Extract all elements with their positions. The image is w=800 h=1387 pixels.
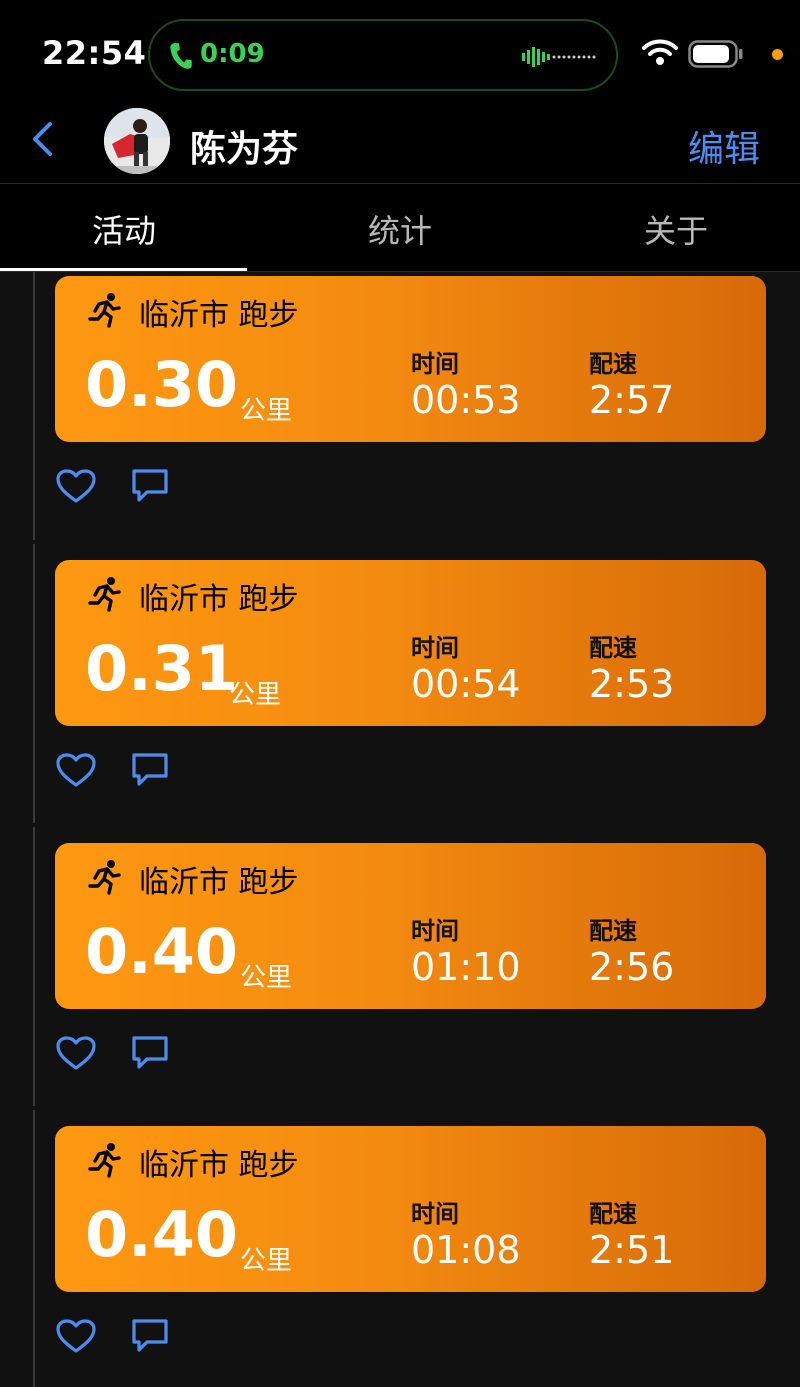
running-icon <box>88 577 121 612</box>
chevron-left-icon[interactable] <box>30 122 56 156</box>
timeline-line <box>33 827 35 1106</box>
pace-value: 2:51 <box>589 1228 675 1272</box>
wifi-icon <box>642 39 678 65</box>
phone-icon <box>170 43 192 69</box>
pace-value: 2:56 <box>589 945 675 989</box>
comment-icon[interactable] <box>131 752 169 788</box>
activity-actions <box>55 468 255 508</box>
running-icon <box>88 1143 121 1178</box>
edit-button[interactable]: 编辑 <box>688 120 760 172</box>
timeline-line <box>33 272 35 540</box>
time-label: 时间 <box>411 917 459 945</box>
comment-icon[interactable] <box>131 1035 169 1071</box>
comment-icon[interactable] <box>131 1318 169 1354</box>
heart-icon[interactable] <box>55 1035 97 1071</box>
distance-unit: 公里 <box>229 680 282 710</box>
activity-title: 临沂市 跑步 <box>139 865 299 900</box>
audio-wave-icon <box>522 47 596 67</box>
activity-card[interactable]: 临沂市 跑步 0.40 公里 时间 01:10 配速 2:56 <box>55 843 766 1009</box>
pace-label: 配速 <box>589 1200 637 1228</box>
comment-icon[interactable] <box>131 468 169 504</box>
pace-label: 配速 <box>589 917 637 945</box>
call-pill[interactable]: 0:09 <box>148 19 618 91</box>
battery-icon <box>688 40 743 68</box>
time-label: 时间 <box>411 350 459 378</box>
nav-bar: 陈为芬 编辑 <box>0 108 800 184</box>
timeline-line <box>33 544 35 823</box>
pace-value: 2:57 <box>589 378 675 422</box>
tab-statistics[interactable]: 统计 <box>368 206 432 252</box>
activity-distance: 0.31 <box>85 632 238 705</box>
activity-distance: 0.30 <box>85 348 238 421</box>
activity-actions <box>55 752 255 792</box>
time-value: 01:08 <box>411 1228 521 1272</box>
heart-icon[interactable] <box>55 1318 97 1354</box>
time-label: 时间 <box>411 1200 459 1228</box>
activity-card[interactable]: 临沂市 跑步 0.30 公里 时间 00:53 配速 2:57 <box>55 276 766 442</box>
pace-value: 2:53 <box>589 662 675 706</box>
status-bar: 22:54 0:09 <box>0 0 800 108</box>
timeline-line <box>33 1110 35 1387</box>
activity-card[interactable]: 临沂市 跑步 0.31 公里 时间 00:54 配速 2:53 <box>55 560 766 726</box>
distance-unit: 公里 <box>240 963 293 993</box>
active-tab-indicator <box>0 268 247 271</box>
activity-card[interactable]: 临沂市 跑步 0.40 公里 时间 01:08 配速 2:51 <box>55 1126 766 1292</box>
activity-distance: 0.40 <box>85 1198 238 1271</box>
tab-bar: 活动 统计 关于 <box>0 184 800 272</box>
activity-distance: 0.40 <box>85 915 238 988</box>
activity-title: 临沂市 跑步 <box>139 1148 299 1183</box>
status-time: 22:54 <box>42 34 147 72</box>
distance-unit: 公里 <box>240 396 293 426</box>
activity-actions <box>55 1318 255 1358</box>
activity-title: 临沂市 跑步 <box>139 582 299 617</box>
tab-about[interactable]: 关于 <box>644 206 708 252</box>
page-title: 陈为芬 <box>190 129 299 170</box>
activity-actions <box>55 1035 255 1075</box>
time-value: 01:10 <box>411 945 521 989</box>
call-duration: 0:09 <box>200 39 265 69</box>
avatar-image <box>104 108 170 174</box>
running-icon <box>88 293 121 328</box>
heart-icon[interactable] <box>55 468 97 504</box>
pace-label: 配速 <box>589 350 637 378</box>
tab-activity[interactable]: 活动 <box>92 206 156 252</box>
activity-title: 临沂市 跑步 <box>139 298 299 333</box>
distance-unit: 公里 <box>240 1246 293 1276</box>
privacy-indicator-dot <box>772 49 783 60</box>
heart-icon[interactable] <box>55 752 97 788</box>
activity-feed[interactable]: 临沂市 跑步 0.30 公里 时间 00:53 配速 2:57 临沂市 跑步 0… <box>0 272 800 1387</box>
time-label: 时间 <box>411 634 459 662</box>
time-value: 00:53 <box>411 378 521 422</box>
time-value: 00:54 <box>411 662 521 706</box>
avatar[interactable] <box>104 108 170 174</box>
pace-label: 配速 <box>589 634 637 662</box>
running-icon <box>88 860 121 895</box>
activity-feed-screen: 22:54 0:09 陈为芬 编辑 活动 统计 关于 临沂市 跑步 0.30 公… <box>0 0 800 1387</box>
